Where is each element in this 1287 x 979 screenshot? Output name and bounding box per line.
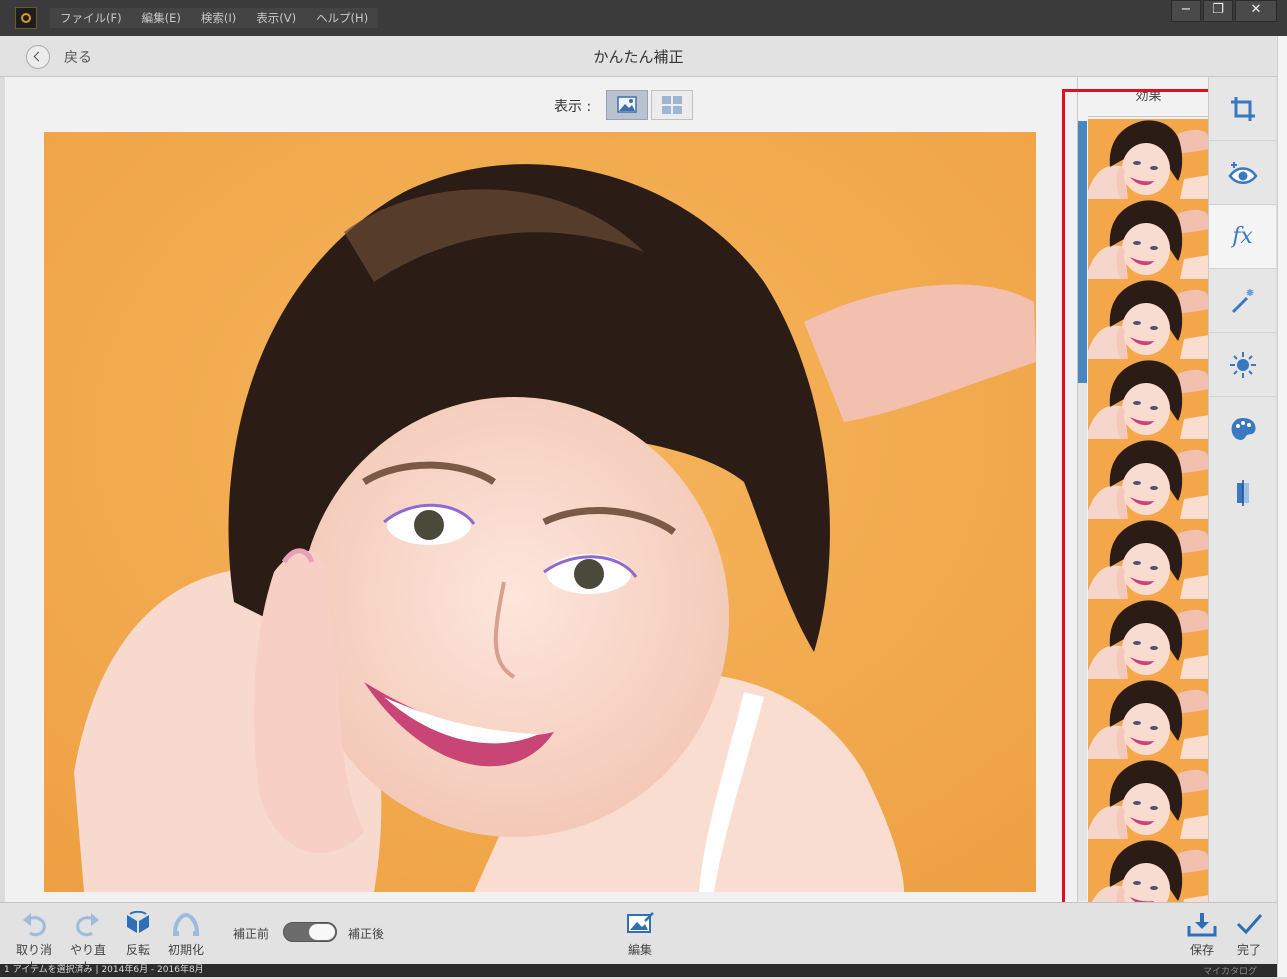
straighten-tool[interactable] bbox=[1209, 461, 1276, 525]
save-button[interactable]: 保存 bbox=[1184, 911, 1220, 958]
eye-icon bbox=[1227, 161, 1258, 184]
catalog-label[interactable]: マイカタログ bbox=[1203, 966, 1257, 979]
bottom-toolbar: 取り消し やり直し 反転 初期化 補正前 補正後 編 bbox=[0, 902, 1277, 974]
status-text: 1 アイテムを選択済み | 2014年6月 - 2016年8月 bbox=[4, 965, 204, 975]
view-label: 表示 : bbox=[554, 99, 592, 115]
effects-tool[interactable]: fx bbox=[1209, 205, 1276, 269]
menu-view[interactable]: 表示(V) bbox=[246, 8, 306, 28]
window-edge bbox=[1277, 36, 1287, 977]
reset-icon bbox=[173, 912, 199, 936]
light-tool[interactable] bbox=[1209, 333, 1276, 397]
menu-help[interactable]: ヘルプ(H) bbox=[306, 8, 378, 28]
save-icon bbox=[1187, 913, 1217, 937]
edit-button[interactable]: 編集 bbox=[620, 911, 660, 958]
single-view-button[interactable] bbox=[606, 90, 648, 120]
checkmark-icon bbox=[1236, 914, 1263, 935]
magic-wand-icon bbox=[1231, 288, 1253, 313]
highlight-box bbox=[1062, 89, 1216, 907]
before-label: 補正前 bbox=[233, 927, 270, 941]
menu-bar: ファイル(F) 編集(E) 検索(I) 表示(V) ヘルプ(H) bbox=[50, 8, 379, 28]
undo-icon bbox=[23, 913, 46, 937]
crop-icon bbox=[1230, 96, 1255, 121]
save-label: 保存 bbox=[1189, 943, 1214, 957]
close-button[interactable]: ✕ bbox=[1235, 0, 1277, 22]
color-tool[interactable] bbox=[1209, 397, 1276, 461]
restore-button[interactable]: ❐ bbox=[1203, 0, 1233, 22]
minimize-button[interactable]: − bbox=[1171, 0, 1201, 22]
edit-photo-icon bbox=[627, 912, 654, 933]
portrait-image bbox=[44, 132, 1036, 892]
palette-icon bbox=[1231, 418, 1255, 440]
grid-view-icon bbox=[662, 96, 682, 114]
reset-label: 初期化 bbox=[167, 943, 204, 957]
done-label: 完了 bbox=[1236, 943, 1261, 957]
status-bar: 1 アイテムを選択済み | 2014年6月 - 2016年8月 マイカタログ bbox=[0, 964, 1277, 977]
menu-file[interactable]: ファイル(F) bbox=[50, 8, 132, 28]
flip-button[interactable]: 反転 bbox=[120, 910, 156, 958]
after-label: 補正後 bbox=[348, 927, 385, 941]
before-after-toggle[interactable] bbox=[283, 922, 337, 942]
flip-icon bbox=[127, 910, 149, 933]
done-button[interactable]: 完了 bbox=[1232, 911, 1266, 958]
reset-button[interactable]: 初期化 bbox=[164, 911, 208, 958]
auto-smart-fix-tool[interactable] bbox=[1209, 269, 1276, 333]
app-logo-icon[interactable] bbox=[15, 7, 37, 29]
menu-edit[interactable]: 編集(E) bbox=[132, 8, 191, 28]
page-title: かんたん補正 bbox=[593, 48, 684, 66]
flip-label: 反転 bbox=[125, 943, 150, 957]
redo-icon bbox=[76, 913, 99, 937]
title-bar: ファイル(F) 編集(E) 検索(I) 表示(V) ヘルプ(H) − ❐ ✕ bbox=[0, 0, 1287, 36]
toggle-knob bbox=[309, 924, 335, 940]
main-canvas: 表示 : bbox=[5, 77, 1077, 902]
window-controls: − ❐ ✕ bbox=[1169, 0, 1277, 22]
tool-rail: fx bbox=[1208, 77, 1276, 902]
crop-tool[interactable] bbox=[1209, 77, 1276, 141]
edit-label: 編集 bbox=[627, 943, 652, 957]
fx-icon: fx bbox=[1232, 224, 1253, 249]
grid-view-button[interactable] bbox=[651, 90, 693, 120]
header-bar: 戻る かんたん補正 bbox=[0, 36, 1277, 77]
single-image-icon bbox=[617, 96, 637, 113]
red-eye-tool[interactable] bbox=[1209, 141, 1276, 205]
photo-preview[interactable] bbox=[44, 132, 1036, 892]
straighten-icon bbox=[1236, 480, 1249, 506]
brightness-icon bbox=[1229, 351, 1256, 378]
menu-search[interactable]: 検索(I) bbox=[191, 8, 246, 28]
